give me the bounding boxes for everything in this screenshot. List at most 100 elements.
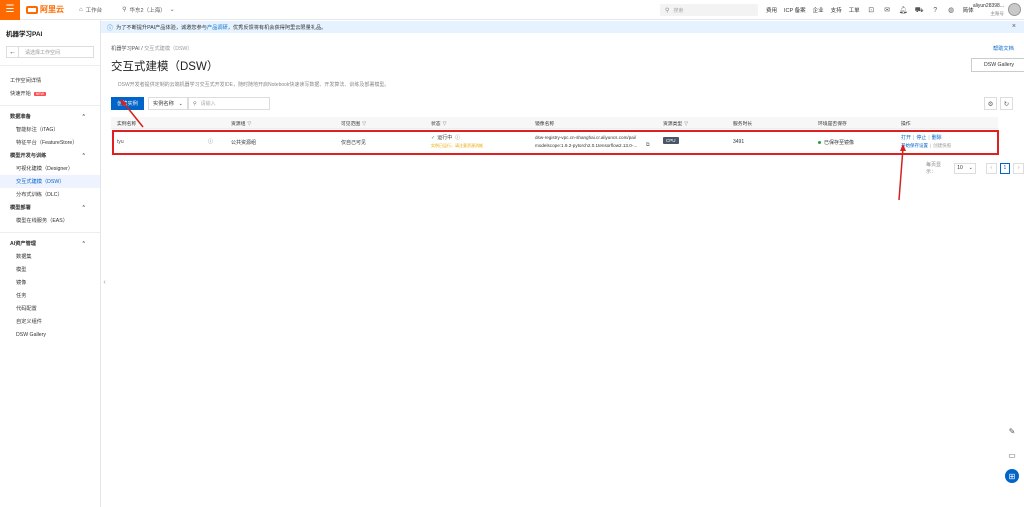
col-header-resource-type[interactable]: 资源类型 ▽ [663,120,688,127]
sidebar-item-code-config[interactable]: 代码配置 [0,302,100,315]
sidebar-item-designer[interactable]: 可视化建模（Designer） [0,162,100,175]
notice-text: 为了不断提升PAI产品体验，诚邀您参与 [116,24,207,31]
sidebar-group-deploy[interactable]: 模型部署 ⌃ [0,201,100,214]
globe-icon[interactable]: ◍ [947,6,956,14]
sidebar-item-dlc[interactable]: 分布式训练（DLC） [0,188,100,201]
highlight-box [112,130,999,155]
next-page-button[interactable]: › [1013,162,1024,174]
help-doc-link[interactable]: 帮助文档 [993,45,1014,52]
col-header-name: 实例名称 [117,122,137,127]
chevron-up-icon: ⌃ [81,204,86,211]
chat-icon[interactable]: ▭ [1005,448,1019,462]
col-header-status[interactable]: 状态 ▽ [431,120,446,127]
col-header-visibility[interactable]: 可见范围 ▽ [341,120,366,127]
sidebar-item-models[interactable]: 模型 [0,263,100,276]
sidebar-item-dsw-gallery[interactable]: DSW Gallery [0,328,100,341]
sidebar-item-tasks[interactable]: 任务 [0,289,100,302]
sidebar-group-ai-assets[interactable]: AI资产管理 ⌃ [0,237,100,250]
assistant-icon[interactable]: ⊞ [1005,469,1019,483]
cart-icon[interactable]: ⛟ [915,6,924,15]
top-link-icp[interactable]: ICP 备案 [784,6,806,14]
home-icon: ⌂ [79,6,83,13]
create-instance-button[interactable]: 创建实例 [111,97,144,110]
sidebar-item-label: 模型 [16,267,27,273]
filter-field-select[interactable]: 实例名称 ⌄ [148,97,188,110]
sidebar-item-label: 可视化建模（Designer） [16,166,74,172]
sidebar-item-custom-components[interactable]: 自定义组件 [0,315,100,328]
sidebar-item-images[interactable]: 镜像 [0,276,100,289]
page-size-value: 10 [957,165,963,171]
back-arrow-icon[interactable]: ← [7,47,19,57]
filter-icon[interactable]: ▽ [684,122,688,127]
top-link-support[interactable]: 支持 [831,6,842,14]
close-icon[interactable]: × [1012,23,1016,30]
survey-link[interactable]: 产品调研 [207,24,228,31]
region-label: 华东2（上海） [129,7,166,14]
top-link-enterprise[interactable]: 企业 [813,6,824,14]
top-link-ticket[interactable]: 工单 [849,6,860,14]
breadcrumb-current: 交互式建模（DSW） [144,46,193,52]
edit-icon[interactable]: ✎ [1005,424,1019,438]
col-header-operations: 操作 [901,122,911,127]
sidebar-item-itag[interactable]: 智能标注（iTAG） [0,123,100,136]
filter-icon[interactable]: ▽ [362,122,366,127]
refresh-icon[interactable]: ↻ [1000,97,1013,110]
sidebar-item-label: 工作空间详情 [10,78,42,84]
sidebar-group-data-prep[interactable]: 数据准备 ⌃ [0,110,100,123]
workbench-button[interactable]: ⌂ 工作台 [74,4,107,16]
settings-icon[interactable]: ⚙ [984,97,997,110]
filter-icon[interactable]: ▽ [443,122,447,127]
sidebar-item-featurestore[interactable]: 特征平台（FeatureStore） [0,136,100,149]
sidebar: 机器学习PAI ← 请选择工作空间 工作空间详情 快速开始 NEW 数据准备 ⌃ 智… [0,20,101,507]
sidebar-item-label: 代码配置 [16,306,37,312]
sidebar-item-label: 智能标注（iTAG） [16,127,59,133]
sidebar-group-model-dev[interactable]: 模型开发与训练 ⌃ [0,149,100,162]
region-selector[interactable]: ⚲ 华东2（上海） ⌄ [117,4,183,16]
user-info[interactable]: aliyun28398... 主账号 [968,2,1004,18]
help-icon[interactable]: ? [931,7,940,14]
filter-icon[interactable]: ▽ [247,122,251,127]
sidebar-group-label: AI资产管理 [10,241,36,247]
col-header-label: 可见范围 [341,122,361,127]
sidebar-item-datasets[interactable]: 数据集 [0,250,100,263]
col-header-resource-group[interactable]: 资源组 ▽ [231,120,251,127]
location-icon: ⚲ [122,7,127,13]
prev-page-button[interactable]: ‹ [985,162,997,174]
user-role: 主账号 [990,11,1005,16]
logo-mark-icon [26,5,38,14]
collapse-sidebar-icon[interactable]: ‹ [101,276,108,288]
page-title: 交互式建模（DSW） [111,61,219,73]
global-search-input[interactable]: ⚲ 搜索 [660,4,758,16]
sidebar-item-eas[interactable]: 模型在线服务（EAS） [0,214,100,227]
sidebar-group-label: 模型开发与训练 [10,153,47,159]
annotation-arrows [120,99,906,201]
sidebar-item-label: 模型在线服务（EAS） [16,218,68,224]
menu-icon[interactable]: ☰ [0,0,20,20]
new-badge: NEW [33,91,46,96]
filter-search-input[interactable]: ⚲ 请输入 [188,97,270,110]
workspace-placeholder: 请选择工作空间 [25,49,61,56]
dsw-gallery-button[interactable]: DSW Gallery [971,58,1024,72]
terminal-icon[interactable]: ⊡ [867,6,876,14]
sidebar-item-workspace-details[interactable]: 工作空间详情 [0,74,100,87]
sidebar-item-label: 自定义组件 [16,319,42,325]
page-description: DSW开发者提供定制的云端机器学习交互式开发IDE，随时随地开启Notebook… [118,82,390,88]
page-size-select[interactable]: 10 ⌄ [954,162,976,174]
col-header-label: 资源组 [231,122,246,127]
search-icon: ⚲ [193,100,197,107]
sidebar-item-quick-start[interactable]: 快速开始 NEW [0,87,100,100]
aliyun-logo[interactable]: 阿里云 [26,4,64,15]
current-page-button[interactable]: 1 [999,162,1011,174]
filter-field-label: 实例名称 [153,101,174,107]
avatar[interactable] [1008,3,1021,16]
top-links: 费用 ICP 备案 企业 支持 工单 ⊡ ✉ 🔔︎ ⛟ ? ◍ 简体 [766,0,974,20]
sidebar-item-dsw[interactable]: 交互式建模（DSW） [0,175,100,188]
workspace-select[interactable]: ← 请选择工作空间 [6,46,94,58]
top-link-billing[interactable]: 费用 [766,6,777,14]
breadcrumb-root[interactable]: 机器学习PAI [111,46,140,52]
sidebar-item-label: 任务 [16,293,27,299]
sidebar-title: 机器学习PAI [6,31,43,38]
mail-icon[interactable]: ✉ [883,6,892,14]
sidebar-item-label: 分布式训练（DLC） [16,192,63,198]
bell-icon[interactable]: 🔔︎ [899,6,908,14]
